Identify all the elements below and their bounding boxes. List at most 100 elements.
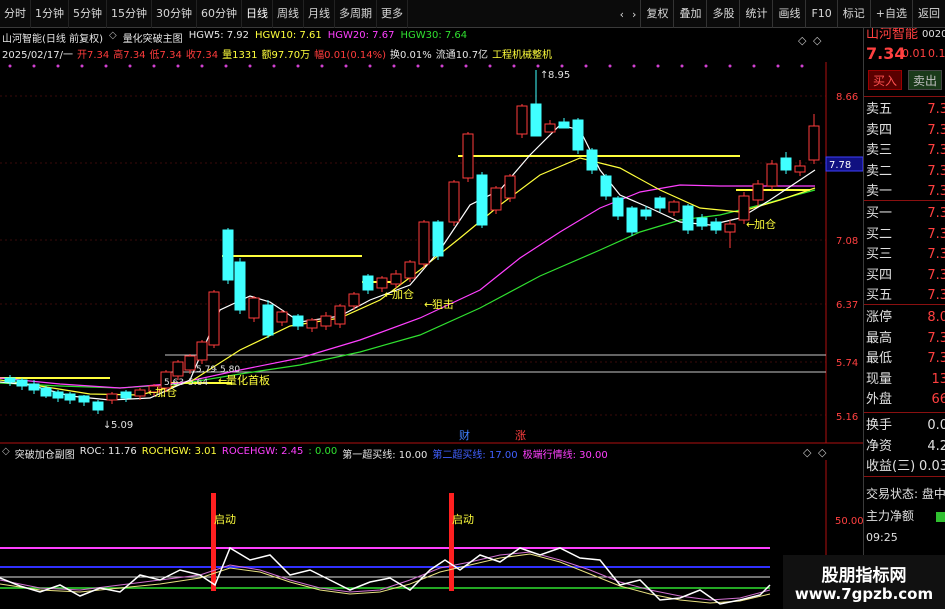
- signal-dot: [152, 64, 156, 68]
- overbought-1-value: 第一超买线: 10.00: [342, 450, 428, 461]
- sell-button[interactable]: 卖出: [908, 70, 942, 90]
- toolbar-button[interactable]: F10: [805, 0, 836, 28]
- toolbar-button[interactable]: 返回: [912, 0, 945, 28]
- period-toolbar: 分时 1分钟 5分钟 15分钟 30分钟 60分钟 日线 周线 月线 多周期 更多 ‹ › 复权 叠加…: [0, 0, 945, 28]
- kline-chart[interactable]: 8.66 7.08 6.37 5.74 5.16 7.78 ↑ 8.95 ↓ 5…: [0, 0, 863, 609]
- candle-body: [390, 273, 402, 285]
- period-tab[interactable]: 分时: [0, 0, 31, 28]
- panel-row-value: 8.0: [927, 310, 945, 325]
- panel-row-label: 外盘: [866, 392, 893, 407]
- signal-dot: [296, 64, 300, 68]
- signal-dot: [608, 64, 612, 68]
- buy-button[interactable]: 买入: [868, 70, 902, 90]
- toolbar-button[interactable]: +自选: [869, 0, 912, 28]
- candle-body: [276, 311, 288, 323]
- period-tab[interactable]: 更多: [377, 0, 408, 28]
- toolbar-button[interactable]: 叠加: [673, 0, 706, 28]
- rise-marker[interactable]: 涨: [515, 429, 526, 442]
- signal-dots: [8, 64, 804, 68]
- chevron-right-icon[interactable]: ›: [628, 8, 640, 21]
- signal-dot: [272, 64, 276, 68]
- diamond-icon[interactable]: ◇: [803, 446, 812, 459]
- candle-body: [222, 229, 234, 281]
- toolbar-button[interactable]: 复权: [640, 0, 673, 28]
- panel-row-value: 7.3: [927, 102, 945, 117]
- snipe-label: 狙击: [432, 298, 454, 311]
- period-tab[interactable]: 周线: [273, 0, 304, 28]
- candle-body: [530, 103, 542, 137]
- period-tab[interactable]: 60分钟: [197, 0, 242, 28]
- svg-text:-: -: [214, 365, 217, 375]
- add-position-label: 加仓: [754, 217, 776, 231]
- candle-body: [572, 119, 584, 151]
- signal-dot: [416, 64, 420, 68]
- toolbar-button[interactable]: 标记: [836, 0, 870, 28]
- quote-sector[interactable]: 工程机械整机: [492, 46, 552, 61]
- panel-row: 卖三 7.3: [864, 141, 945, 161]
- candle-body: [432, 221, 444, 257]
- signal-dot: [104, 64, 108, 68]
- indicator-name[interactable]: 量化突破主图: [123, 30, 183, 45]
- period-tab[interactable]: 1分钟: [31, 0, 69, 28]
- period-tab[interactable]: 30分钟: [152, 0, 197, 28]
- candle-body: [626, 207, 638, 233]
- signal-dot: [32, 64, 36, 68]
- sub-indicator-name[interactable]: 突破加仓副图: [15, 446, 75, 461]
- candle-body: [262, 304, 274, 336]
- roc-value: ROC: 11.76: [79, 446, 137, 457]
- price-note: 5.80: [220, 365, 240, 375]
- start-label: 启动: [452, 513, 474, 526]
- chevron-left-icon[interactable]: ‹: [616, 8, 628, 21]
- panel-row-label: 收益(三): [866, 459, 916, 474]
- panel-row: 换手 0.0: [864, 416, 945, 436]
- period-tab[interactable]: 5分钟: [69, 0, 107, 28]
- candle-body: [710, 221, 722, 231]
- panel-row-label: 换手: [866, 418, 893, 433]
- diamond-icon[interactable]: ◇: [813, 34, 822, 47]
- quote-panel: 山河智能 00209 7.34 0.01 0.14 买入 卖出 卖五7.3卖四7…: [863, 28, 945, 609]
- diamond-icon[interactable]: ◇: [109, 30, 117, 44]
- watermark: 股朋指标网 www.7gpzb.com: [783, 555, 945, 609]
- period-tab[interactable]: 15分钟: [107, 0, 152, 28]
- candle-body: [234, 261, 246, 311]
- add-position-label: 加仓: [392, 287, 414, 301]
- panel-row-label: 涨停: [866, 310, 893, 325]
- candle-body: [682, 205, 694, 231]
- candle-body: [448, 181, 460, 223]
- signal-dot: [560, 64, 564, 68]
- panel-row-label: 卖一: [866, 184, 893, 199]
- finance-marker[interactable]: 财: [459, 428, 470, 442]
- current-price-label: 7.78: [829, 160, 851, 171]
- toolbar-button[interactable]: 多股: [706, 0, 739, 28]
- candle-body: [808, 125, 820, 161]
- diamond-icon[interactable]: ◇: [818, 446, 827, 459]
- diamond-icon[interactable]: ◇: [2, 446, 10, 461]
- signal-dot: [728, 64, 732, 68]
- candle-body: [334, 305, 346, 325]
- candle-body: [106, 393, 118, 401]
- toolbar-button[interactable]: 画线: [772, 0, 805, 28]
- toolbar-button[interactable]: 统计: [739, 0, 772, 28]
- candle-body: [362, 275, 374, 291]
- quote-low: 低7.34: [149, 50, 182, 61]
- signal-dot: [536, 64, 540, 68]
- period-tab[interactable]: 日线: [242, 0, 273, 28]
- candle-body: [600, 175, 612, 197]
- candle-body: [348, 293, 360, 307]
- rocehgw-value: ROCEHGW: 2.45: [221, 446, 304, 457]
- period-tab[interactable]: 月线: [304, 0, 335, 28]
- panel-row-value: 0.0: [927, 418, 945, 433]
- panel-row-value: 7.3: [927, 288, 945, 303]
- diamond-icon[interactable]: ◇: [798, 34, 807, 47]
- panel-row-value: 7.3: [927, 267, 945, 283]
- candle-body: [208, 291, 220, 346]
- candle-body: [490, 187, 502, 211]
- price-label: 8.66: [836, 92, 858, 103]
- panel-row: 买三 7.3: [864, 245, 945, 265]
- panel-row-value: 7.3: [927, 351, 945, 366]
- candle-body: [418, 221, 430, 265]
- panel-row: 卖五 7.3: [864, 100, 945, 120]
- panel-price: 7.34: [866, 44, 906, 63]
- period-tab[interactable]: 多周期: [335, 0, 377, 28]
- signal-dot: [128, 64, 132, 68]
